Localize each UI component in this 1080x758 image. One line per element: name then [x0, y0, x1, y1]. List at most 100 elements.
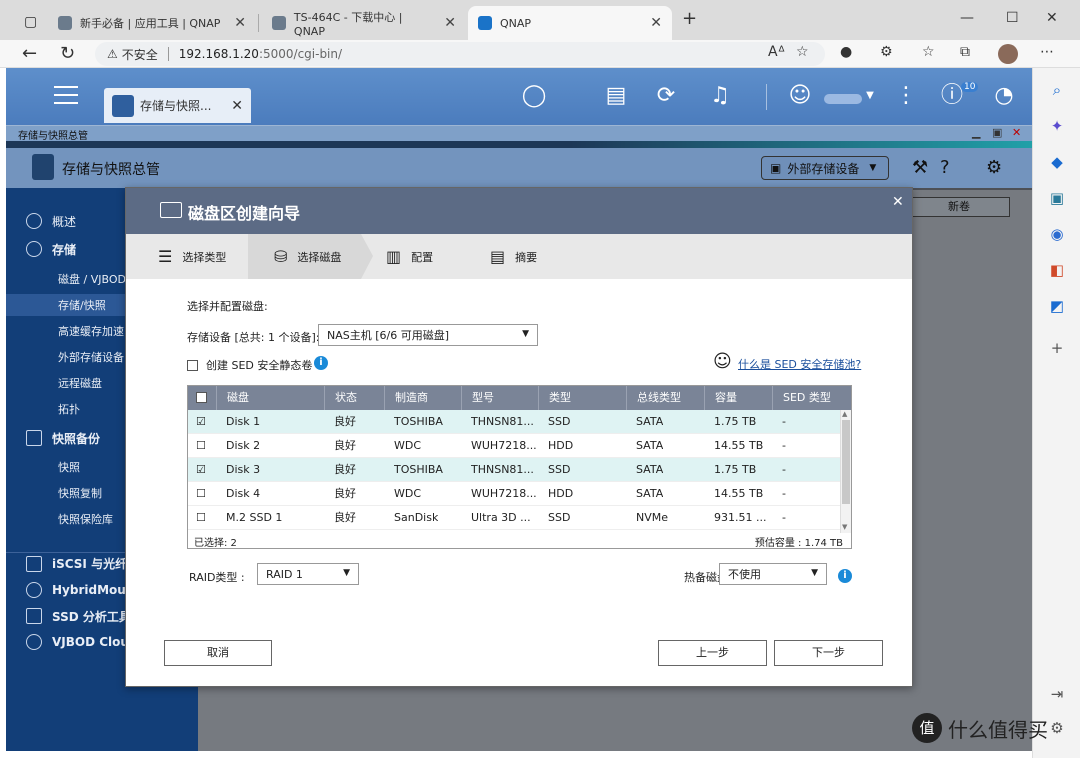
step-select-disks: ⛁ 选择磁盘	[248, 234, 361, 279]
favorite-star-icon[interactable]: ☆	[796, 44, 809, 60]
info-icon[interactable]: i	[314, 356, 328, 370]
external-storage-button[interactable]: ▣ 外部存储设备 ▼	[761, 156, 889, 180]
table-scrollbar[interactable]: ▲ ▼	[840, 410, 851, 533]
snapshot-icon	[26, 430, 42, 446]
extensions-icon[interactable]: ⚙	[880, 44, 893, 60]
disk-drive-icon	[160, 202, 182, 218]
table-row[interactable]: ☐ M.2 SSD 1 良好 SanDisk Ultra 3D ... SSD …	[188, 506, 840, 530]
qts-top-bar: 存储与快照... ✕ ◯ ▤ ⟳ ♫ ☺ ▼ ⋮ ⓘ 10 ◔	[6, 68, 1032, 125]
maximize-icon[interactable]: ☐	[1006, 10, 1019, 26]
col-model[interactable]: 型号	[461, 386, 538, 410]
search-icon[interactable]: ⌕	[1047, 80, 1067, 100]
close-icon[interactable]: ✕	[444, 15, 456, 31]
outlook-icon[interactable]: ◩	[1047, 296, 1067, 316]
more-menu-icon[interactable]: ⋯	[1040, 44, 1054, 60]
sed-info-link[interactable]: 什么是 SED 安全存储池?	[738, 356, 861, 372]
close-icon[interactable]: ✕	[650, 15, 662, 31]
browser-tab-2[interactable]: TS-464C - 下载中心 | QNAP ✕	[262, 6, 466, 40]
cancel-button[interactable]: 取消	[164, 640, 272, 666]
user-dropdown-icon[interactable]: ▼	[856, 82, 884, 110]
cookie-icon[interactable]: ●	[840, 44, 852, 60]
background-tasks-icon[interactable]: ▤	[602, 82, 630, 110]
window-close-icon[interactable]: ✕	[1012, 126, 1021, 139]
storage-device-select[interactable]: NAS主机 [6/6 可用磁盘] ▼	[318, 324, 538, 346]
storage-icon	[26, 241, 42, 257]
row-checkbox[interactable]: ☑	[196, 458, 206, 482]
col-sed-type[interactable]: SED 类型	[772, 386, 851, 410]
url-host: 192.168.1.20	[178, 47, 259, 61]
collections-icon[interactable]: ⧉	[960, 44, 970, 60]
notification-bell-icon[interactable]: ♫	[706, 82, 734, 110]
add-icon[interactable]: +	[1047, 338, 1067, 358]
settings-icon[interactable]: ⚙	[1047, 718, 1067, 738]
office-icon[interactable]: ◧	[1047, 260, 1067, 280]
url-path: :5000/cgi-bin/	[258, 47, 343, 61]
dashboard-gauge-icon[interactable]: ◔	[990, 82, 1018, 110]
scroll-down-icon[interactable]: ▼	[842, 523, 847, 531]
profile-avatar[interactable]	[998, 44, 1018, 64]
new-volume-button[interactable]: 新卷	[908, 197, 1010, 217]
window-minimize-icon[interactable]: ▁	[972, 126, 980, 139]
row-checkbox[interactable]: ☑	[196, 410, 206, 434]
col-capacity[interactable]: 容量	[704, 386, 772, 410]
row-checkbox[interactable]: ☐	[196, 482, 206, 506]
app-window-strip: 存储与快照总管 ▁ ▣ ✕	[6, 125, 1032, 142]
read-aloud-icon[interactable]: Aᐞ	[768, 44, 785, 60]
back-icon[interactable]: ←	[22, 43, 37, 64]
reload-icon[interactable]: ↻	[60, 43, 75, 64]
more-options-icon[interactable]: ⋮	[892, 82, 920, 110]
games-icon[interactable]: ◉	[1047, 224, 1067, 244]
security-label[interactable]: 不安全	[122, 46, 158, 63]
user-icon[interactable]: ☺	[786, 82, 814, 110]
scrollbar-thumb[interactable]	[842, 420, 850, 504]
select-all-checkbox[interactable]	[196, 392, 207, 403]
watermark-logo: 值	[912, 713, 942, 743]
app-tab-storage[interactable]: 存储与快照... ✕	[104, 88, 251, 123]
row-checkbox[interactable]: ☐	[196, 434, 206, 458]
sed-checkbox[interactable]	[187, 359, 198, 371]
new-tab-button[interactable]: +	[682, 8, 697, 29]
sync-icon[interactable]: ⟳	[652, 82, 680, 110]
window-maximize-icon[interactable]: ▣	[992, 126, 1002, 139]
col-bus[interactable]: 总线类型	[626, 386, 704, 410]
copilot-icon[interactable]: ✦	[1047, 116, 1067, 136]
accent-bar	[6, 141, 1032, 148]
col-disk[interactable]: 磁盘	[216, 386, 324, 410]
url-field[interactable]: ⚠ 不安全 192.168.1.20 :5000/cgi-bin/	[95, 42, 825, 66]
disk-icon: ⛁	[274, 247, 288, 266]
shopping-icon[interactable]: ◆	[1047, 152, 1067, 172]
tools-icon[interactable]: ▣	[1047, 188, 1067, 208]
window-close-icon[interactable]: ✕	[1046, 10, 1058, 26]
minimize-icon[interactable]: —	[960, 10, 974, 26]
table-row[interactable]: ☐ Disk 4 良好 WDC WUH7218... HDD SATA 14.5…	[188, 482, 840, 506]
table-header: 磁盘 状态 制造商 型号 类型 总线类型 容量 SED 类型	[188, 386, 851, 410]
settings-gear-icon[interactable]: ⚙	[986, 157, 1002, 178]
info-icon[interactable]: i	[838, 569, 852, 583]
table-row[interactable]: ☑ Disk 1 良好 TOSHIBA THNSN81... SSD SATA …	[188, 410, 840, 434]
row-checkbox[interactable]: ☐	[196, 506, 206, 530]
favorites-icon[interactable]: ☆	[922, 44, 935, 60]
table-row[interactable]: ☑ Disk 3 良好 TOSHIBA THNSN81... SSD SATA …	[188, 458, 840, 482]
qnap-favicon	[478, 16, 492, 30]
tab-actions-button[interactable]: ▢	[14, 10, 47, 34]
selected-count: 已选择: 2	[194, 538, 237, 549]
col-vendor[interactable]: 制造商	[384, 386, 461, 410]
table-row[interactable]: ☐ Disk 2 良好 WDC WUH7218... HDD SATA 14.5…	[188, 434, 840, 458]
raid-type-select[interactable]: RAID 1 ▼	[257, 563, 359, 585]
help-icon[interactable]: ?	[940, 157, 950, 178]
col-status[interactable]: 状态	[324, 386, 384, 410]
next-button[interactable]: 下一步	[774, 640, 883, 666]
close-icon[interactable]: ✕	[234, 15, 246, 31]
close-icon[interactable]: ✕	[231, 98, 243, 114]
col-type[interactable]: 类型	[538, 386, 626, 410]
previous-button[interactable]: 上一步	[658, 640, 767, 666]
close-icon[interactable]: ✕	[892, 194, 904, 210]
hot-spare-select[interactable]: 不使用 ▼	[719, 563, 827, 585]
scroll-up-icon[interactable]: ▲	[842, 410, 847, 418]
main-menu-icon[interactable]	[54, 86, 78, 106]
sidebar-toggle-icon[interactable]: ⇥	[1047, 684, 1067, 704]
browser-tab-3-active[interactable]: QNAP ✕	[468, 6, 672, 40]
browser-tab-1[interactable]: 新手必备 | 应用工具 | QNAP ✕	[48, 6, 256, 40]
diagnostics-icon[interactable]: ⚒	[912, 157, 928, 178]
search-icon[interactable]: ◯	[520, 82, 548, 110]
